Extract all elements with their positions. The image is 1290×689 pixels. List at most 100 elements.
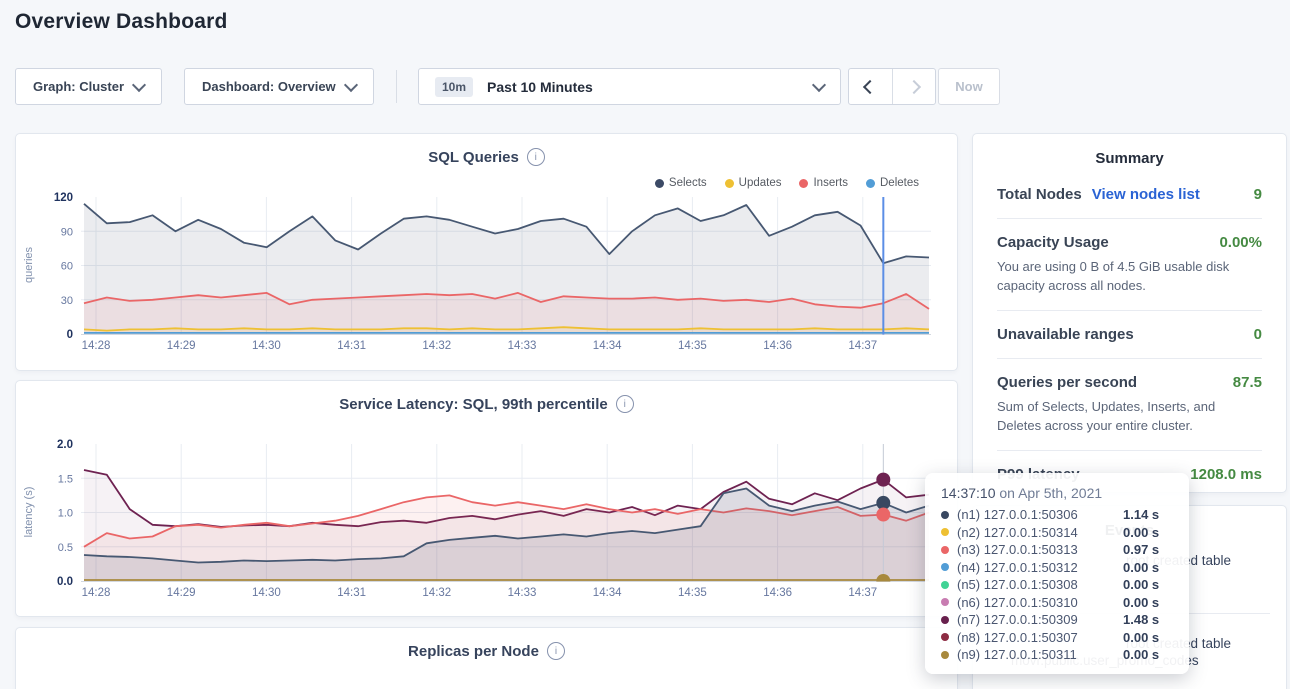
series-dot-icon (941, 651, 949, 659)
service-latency-panel: Service Latency: SQL, 99th percentile i … (15, 380, 958, 617)
service-latency-title: Service Latency: SQL, 99th percentile i (16, 395, 957, 413)
svg-text:14:35: 14:35 (678, 587, 707, 599)
tooltip-node-label: (n1) 127.0.0.1:50306 (957, 506, 1115, 524)
svg-text:14:34: 14:34 (593, 587, 622, 599)
svg-text:14:37: 14:37 (848, 587, 877, 599)
time-range-select[interactable]: 10m Past 10 Minutes (418, 68, 841, 105)
replicas-per-node-panel: Replicas per Node i (15, 627, 958, 689)
page: Overview Dashboard Graph: Cluster Dashbo… (0, 0, 1290, 689)
summary-row-top: Queries per second87.5 (997, 374, 1262, 391)
time-forward-button[interactable] (892, 69, 936, 104)
tooltip-row: (n5) 127.0.0.1:503080.00 s (941, 576, 1173, 594)
summary-row: Queries per second87.5 Sum of Selects, Up… (997, 358, 1262, 450)
summary-value: 87.5 (1233, 374, 1262, 391)
chevron-right-icon (907, 79, 921, 93)
tooltip-node-label: (n9) 127.0.0.1:50311 (957, 646, 1115, 664)
summary-value: 1208.0 ms (1190, 466, 1262, 483)
summary-row: Capacity Usage0.00%You are using 0 B of … (997, 218, 1262, 310)
tooltip-row: (n1) 127.0.0.1:50306 1.14 s (941, 506, 1173, 524)
svg-text:2.0: 2.0 (57, 439, 73, 451)
graph-dropdown[interactable]: Graph: Cluster (15, 68, 162, 105)
sql-queries-title-text: SQL Queries (428, 149, 519, 166)
tooltip-row: (n7) 127.0.0.1:503091.48 s (941, 611, 1173, 629)
info-icon[interactable]: i (616, 395, 634, 413)
series-dot-icon (941, 528, 949, 536)
view-nodes-list-link[interactable]: View nodes list (1092, 186, 1200, 203)
svg-text:14:35: 14:35 (678, 340, 707, 352)
legend-dot-icon (799, 179, 808, 188)
now-button[interactable]: Now (938, 68, 1000, 105)
summary-row-top: Total NodesView nodes list9 (997, 186, 1262, 203)
tooltip-row: (n4) 127.0.0.1:503120.00 s (941, 559, 1173, 577)
info-icon[interactable]: i (527, 148, 545, 166)
page-title: Overview Dashboard (15, 10, 228, 34)
dashboard-dropdown[interactable]: Dashboard: Overview (184, 68, 374, 105)
tooltip-node-value: 1.14 s (1123, 506, 1173, 524)
series-dot-icon (941, 598, 949, 606)
chart-latency[interactable]: 14:2814:2914:3014:3114:3214:3314:3414:35… (16, 438, 957, 606)
svg-text:14:33: 14:33 (508, 340, 537, 352)
tooltip-node-label: (n2) 127.0.0.1:50314 (957, 524, 1115, 542)
series-dot-icon (941, 616, 949, 624)
summary-heading: Summary (997, 134, 1262, 171)
legend-item[interactable]: Updates (725, 177, 782, 189)
legend-label: Updates (739, 177, 782, 189)
info-icon[interactable]: i (547, 642, 565, 660)
summary-value: 9 (1254, 186, 1262, 203)
tooltip-node-label: (n3) 127.0.0.1:50313 (957, 541, 1115, 559)
summary-label: Unavailable ranges (997, 326, 1134, 343)
summary-row: Unavailable ranges 0 (997, 310, 1262, 358)
toolbar-divider (396, 70, 397, 103)
tooltip-node-value: 0.97 s (1123, 541, 1173, 559)
tooltip-row: (n8) 127.0.0.1:50307 0.00 s (941, 629, 1173, 647)
tooltip-timestamp: 14:37:10 on Apr 5th, 2021 (941, 485, 1173, 501)
time-range-label: Past 10 Minutes (487, 79, 800, 95)
tooltip-rows: (n1) 127.0.0.1:503061.14 s(n2) 127.0.0.1… (941, 506, 1173, 664)
legend-dot-icon (655, 179, 664, 188)
summary-rows: Total NodesView nodes list9Capacity Usag… (997, 171, 1262, 498)
tooltip-node-label: (n8) 127.0.0.1:50307 (957, 629, 1115, 647)
sql-legend: Selects Updates Inserts Deletes (655, 177, 919, 189)
summary-row-top: Capacity Usage0.00% (997, 234, 1262, 251)
series-dot-icon (941, 633, 949, 641)
svg-text:0.5: 0.5 (58, 542, 73, 554)
svg-text:14:28: 14:28 (82, 340, 111, 352)
legend-item[interactable]: Selects (655, 177, 707, 189)
svg-text:14:31: 14:31 (337, 587, 366, 599)
graph-dropdown-label: Graph: Cluster (33, 79, 124, 94)
svg-text:30: 30 (61, 295, 73, 307)
tooltip-row: (n2) 127.0.0.1:503140.00 s (941, 524, 1173, 542)
legend-item[interactable]: Inserts (799, 177, 848, 189)
svg-text:1.0: 1.0 (58, 508, 73, 520)
legend-dot-icon (725, 179, 734, 188)
series-dot-icon (941, 511, 949, 519)
tooltip-node-label: (n5) 127.0.0.1:50308 (957, 576, 1115, 594)
svg-text:14:28: 14:28 (82, 587, 111, 599)
svg-text:14:36: 14:36 (763, 587, 792, 599)
series-dot-icon (941, 581, 949, 589)
svg-text:14:36: 14:36 (763, 340, 792, 352)
chart-sql[interactable]: 14:2814:2914:3014:3114:3214:3314:3414:35… (16, 191, 957, 359)
chevron-down-icon (132, 77, 146, 91)
tooltip-date: on Apr 5th, 2021 (996, 485, 1103, 501)
legend-label: Deletes (880, 177, 919, 189)
tooltip-row: (n6) 127.0.0.1:503100.00 s (941, 594, 1173, 612)
svg-text:60: 60 (61, 261, 73, 273)
legend-item[interactable]: Deletes (866, 177, 919, 189)
svg-text:14:33: 14:33 (508, 587, 537, 599)
legend-label: Selects (669, 177, 707, 189)
tooltip-node-value: 0.00 s (1123, 629, 1173, 647)
chart-hover-tooltip: 14:37:10 on Apr 5th, 2021 (n1) 127.0.0.1… (925, 473, 1189, 674)
summary-value: 0 (1254, 326, 1262, 343)
summary-description: Sum of Selects, Updates, Inserts, and De… (997, 397, 1262, 435)
svg-text:1.5: 1.5 (58, 473, 73, 485)
series-dot-icon (941, 563, 949, 571)
svg-text:14:34: 14:34 (593, 340, 622, 352)
summary-value: 0.00% (1219, 234, 1262, 251)
service-latency-title-text: Service Latency: SQL, 99th percentile (339, 396, 607, 413)
dashboard-dropdown-label: Dashboard: Overview (202, 79, 336, 94)
time-back-button[interactable] (849, 69, 892, 104)
legend-label: Inserts (813, 177, 848, 189)
chevron-left-icon (863, 79, 877, 93)
svg-text:14:37: 14:37 (848, 340, 877, 352)
